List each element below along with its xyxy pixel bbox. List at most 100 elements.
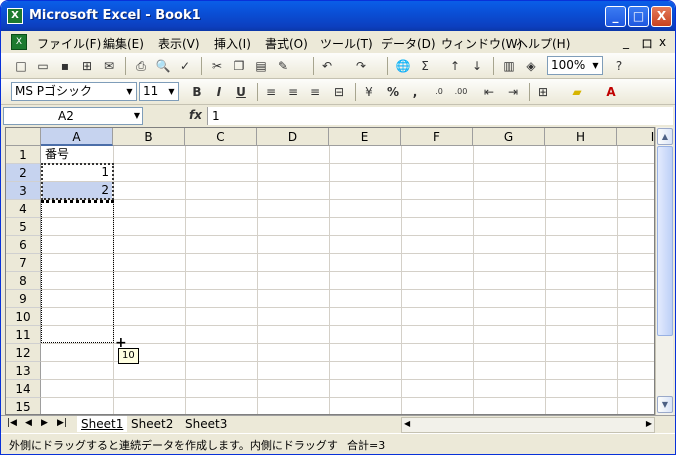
menu-insert[interactable]: 挿入(I) (214, 35, 251, 52)
chevron-down-icon[interactable]: ▼ (134, 108, 140, 124)
italic-icon[interactable]: I (211, 84, 227, 100)
chevron-down-icon[interactable]: ▼ (123, 83, 136, 100)
row-header-15[interactable]: 15 (6, 398, 41, 414)
doc-minimize-button[interactable]: _ (623, 35, 629, 49)
bold-icon[interactable]: B (189, 84, 205, 100)
open-icon[interactable]: ▭ (35, 58, 51, 74)
print-preview-icon[interactable]: 🔍 (155, 58, 171, 74)
doc-restore-button[interactable]: ロ (641, 35, 653, 52)
font-color-icon[interactable]: A (603, 84, 619, 100)
decrease-indent-icon[interactable]: ⇤ (481, 84, 497, 100)
column-header-i[interactable]: I (617, 128, 654, 146)
maximize-button[interactable]: □ (628, 6, 649, 27)
fill-color-icon[interactable]: ▰ (569, 84, 585, 100)
column-header-a[interactable]: A (41, 128, 113, 146)
scrollbar-thumb[interactable] (657, 146, 673, 336)
save-icon[interactable]: ▪ (57, 58, 73, 74)
chart-wizard-icon[interactable]: ▥ (501, 58, 517, 74)
row-header-5[interactable]: 5 (6, 218, 41, 236)
font-name-select[interactable]: MS Pゴシック ▼ (11, 82, 137, 101)
row-header-14[interactable]: 14 (6, 380, 41, 398)
row-header-12[interactable]: 12 (6, 344, 41, 362)
row-header-2[interactable]: 2 (6, 164, 41, 182)
column-header-f[interactable]: F (401, 128, 473, 146)
drawing-icon[interactable]: ◈ (523, 58, 539, 74)
formula-input[interactable]: 1 (207, 107, 673, 125)
row-header-13[interactable]: 13 (6, 362, 41, 380)
row-header-6[interactable]: 6 (6, 236, 41, 254)
align-right-icon[interactable]: ≡ (307, 84, 323, 100)
next-sheet-icon[interactable]: ▶ (41, 418, 48, 428)
spelling-icon[interactable]: ✓ (177, 58, 193, 74)
tab-sheet1[interactable]: Sheet1 (77, 416, 128, 432)
currency-icon[interactable]: ¥ (361, 84, 377, 100)
increase-indent-icon[interactable]: ⇥ (505, 84, 521, 100)
print-icon[interactable]: ⎙ (133, 58, 149, 74)
paste-icon[interactable]: ▤ (253, 58, 269, 74)
percent-icon[interactable]: % (385, 84, 401, 100)
title-bar[interactable]: X Microsoft Excel - Book1 _ □ X (1, 1, 675, 31)
column-header-c[interactable]: C (185, 128, 257, 146)
new-icon[interactable]: □ (13, 58, 29, 74)
row-header-8[interactable]: 8 (6, 272, 41, 290)
email-icon[interactable]: ✉ (101, 58, 117, 74)
menu-edit[interactable]: 編集(E) (103, 35, 144, 52)
column-header-h[interactable]: H (545, 128, 617, 146)
borders-icon[interactable]: ⊞ (535, 84, 551, 100)
decrease-decimal-icon[interactable]: .00 (453, 84, 469, 100)
format-painter-icon[interactable]: ✎ (275, 58, 291, 74)
scroll-down-icon[interactable]: ▼ (657, 396, 673, 413)
name-box[interactable]: A2 ▼ (3, 107, 143, 125)
prev-sheet-icon[interactable]: ◀ (25, 418, 32, 428)
increase-decimal-icon[interactable]: .0 (431, 84, 447, 100)
sort-ascending-icon[interactable]: ↑ (447, 58, 463, 74)
chevron-down-icon[interactable]: ▼ (589, 57, 602, 74)
menu-window[interactable]: ウィンドウ(W) (441, 35, 522, 52)
column-header-g[interactable]: G (473, 128, 545, 146)
scroll-up-icon[interactable]: ▲ (657, 128, 673, 145)
help-icon[interactable]: ? (611, 58, 627, 74)
cell-a1[interactable]: 番号 (42, 146, 113, 163)
menu-help[interactable]: ヘルプ(H) (516, 35, 570, 52)
last-sheet-icon[interactable]: ▶| (57, 418, 67, 428)
menu-view[interactable]: 表示(V) (158, 35, 200, 52)
scroll-left-icon[interactable]: ◀ (404, 419, 410, 428)
worksheet-grid[interactable]: A B C D E F G H I 1 2 3 4 5 6 7 8 9 10 1… (5, 127, 655, 415)
row-header-10[interactable]: 10 (6, 308, 41, 326)
row-header-9[interactable]: 9 (6, 290, 41, 308)
excel-app-icon[interactable]: X (7, 8, 23, 24)
cut-icon[interactable]: ✂ (209, 58, 225, 74)
row-header-7[interactable]: 7 (6, 254, 41, 272)
tab-sheet3[interactable]: Sheet3 (181, 416, 231, 432)
align-center-icon[interactable]: ≡ (285, 84, 301, 100)
menu-tools[interactable]: ツール(T) (320, 35, 373, 52)
select-all-corner[interactable] (6, 128, 41, 146)
minimize-button[interactable]: _ (605, 6, 626, 27)
row-header-3[interactable]: 3 (6, 182, 41, 200)
doc-close-button[interactable]: x (659, 35, 666, 49)
horizontal-scrollbar[interactable]: ◀ ▶ (401, 417, 655, 433)
menu-data[interactable]: データ(D) (381, 35, 436, 52)
underline-icon[interactable]: U (233, 84, 249, 100)
workbook-icon[interactable]: X (11, 34, 27, 50)
merge-center-icon[interactable]: ⊟ (331, 84, 347, 100)
column-header-d[interactable]: D (257, 128, 329, 146)
first-sheet-icon[interactable]: |◀ (7, 418, 17, 428)
align-left-icon[interactable]: ≡ (263, 84, 279, 100)
permission-icon[interactable]: ⊞ (79, 58, 95, 74)
column-header-b[interactable]: B (113, 128, 185, 146)
undo-icon[interactable]: ↶ (319, 58, 335, 74)
menu-format[interactable]: 書式(O) (265, 35, 308, 52)
row-header-4[interactable]: 4 (6, 200, 41, 218)
scroll-right-icon[interactable]: ▶ (646, 419, 652, 428)
vertical-scrollbar[interactable]: ▲ ▼ (655, 127, 673, 415)
redo-icon[interactable]: ↷ (353, 58, 369, 74)
zoom-select[interactable]: 100% ▼ (547, 56, 603, 75)
insert-function-icon[interactable]: fx (189, 108, 202, 122)
tab-sheet2[interactable]: Sheet2 (127, 416, 177, 432)
hyperlink-icon[interactable]: 🌐 (395, 58, 411, 74)
chevron-down-icon[interactable]: ▼ (165, 83, 178, 100)
column-header-e[interactable]: E (329, 128, 401, 146)
sort-descending-icon[interactable]: ↓ (469, 58, 485, 74)
autosum-icon[interactable]: Σ (417, 58, 433, 74)
